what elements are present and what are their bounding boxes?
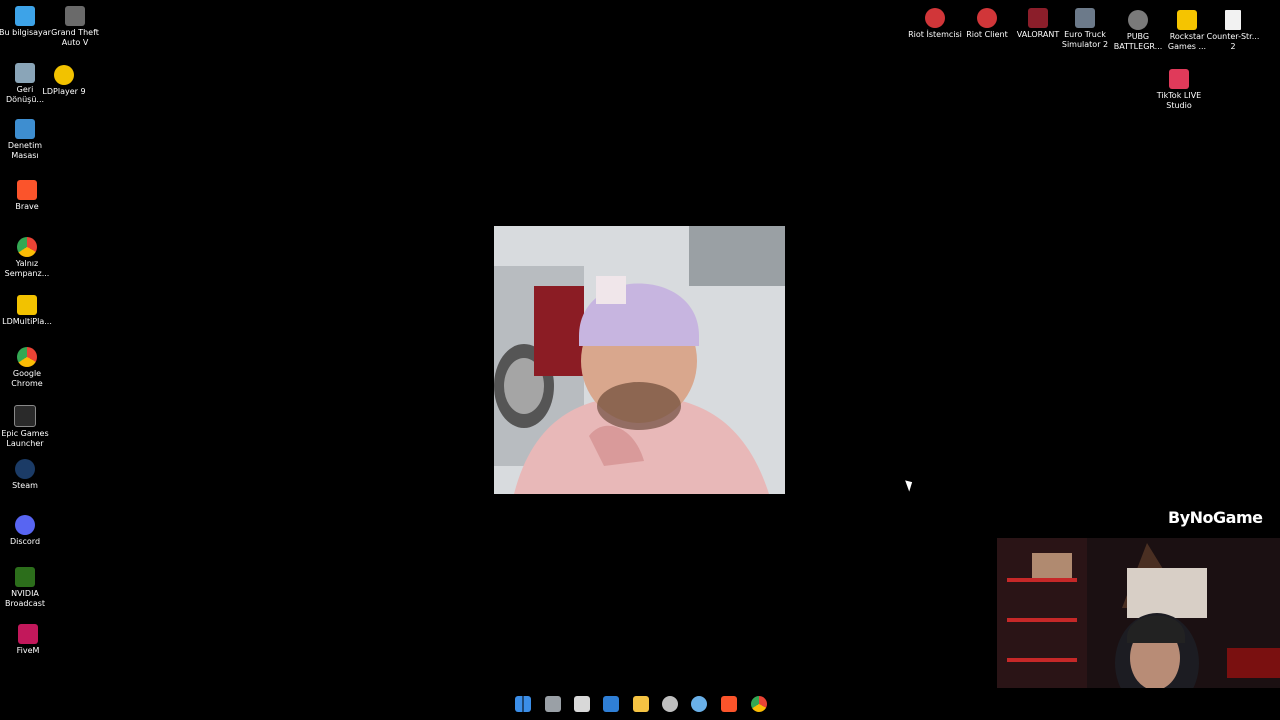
- desktop-icon-epic-games[interactable]: Epic Games Launcher: [0, 405, 52, 449]
- desktop-icon-nvidia-broadcast[interactable]: NVIDIA Broadcast: [0, 567, 52, 609]
- start-icon[interactable]: [515, 696, 531, 712]
- epic-games-icon: [14, 405, 36, 427]
- steam-icon[interactable]: [691, 696, 707, 712]
- bynogame-logo: ByNoGame: [1168, 508, 1263, 527]
- brave-icon[interactable]: [721, 696, 737, 712]
- computer-icon: [15, 6, 35, 26]
- ldmultiplayer-icon: [17, 295, 37, 315]
- desktop-icon-gta-v[interactable]: Grand Theft Auto V: [48, 6, 102, 48]
- taskbar: [0, 688, 1280, 720]
- desktop-icon-fivem[interactable]: FiveM: [1, 624, 55, 656]
- gta-icon: [65, 6, 85, 26]
- valorant-icon: [1028, 8, 1048, 28]
- desktop-icon-valorant[interactable]: VALORANT: [1011, 8, 1065, 40]
- desktop-icon-brave[interactable]: Brave: [0, 180, 54, 212]
- desktop-icon-yalniz-sempanze[interactable]: Yalnız Sempanz...: [0, 237, 54, 279]
- tiktok-icon: [1169, 69, 1189, 89]
- recycle-bin-icon: [15, 63, 35, 83]
- nvidia-icon: [15, 567, 35, 587]
- center-photo: [494, 226, 785, 494]
- desktop-icon-ldplayer[interactable]: LDPlayer 9: [37, 65, 91, 97]
- fivem-icon: [18, 624, 38, 644]
- chrome-icon: [17, 237, 37, 257]
- desktop-icon-control-panel[interactable]: Denetim Masası: [0, 119, 52, 161]
- discord-icon: [15, 515, 35, 535]
- photos-icon[interactable]: [603, 696, 619, 712]
- pubg-icon: [1128, 10, 1148, 30]
- ldplayer-icon: [54, 65, 74, 85]
- truck-icon: [1075, 8, 1095, 28]
- desktop-icon-bu-bilgisayar[interactable]: Bu bilgisayar: [0, 6, 52, 38]
- steam-icon: [15, 459, 35, 479]
- snipping-icon[interactable]: [574, 696, 590, 712]
- desktop-icon-ldmultiplayer[interactable]: LDMultiPla...: [0, 295, 54, 327]
- file-explorer-icon[interactable]: [633, 696, 649, 712]
- bynogame-brand-text: ByNoGame: [1168, 508, 1263, 527]
- chrome-icon[interactable]: [751, 696, 767, 712]
- riot-icon: [977, 8, 997, 28]
- riot-icon: [925, 8, 945, 28]
- desktop-icon-riot-client[interactable]: Riot Client: [960, 8, 1014, 40]
- desktop-icon-tiktok-live[interactable]: TikTok LIVE Studio: [1152, 69, 1206, 111]
- desktop-icon-google-chrome[interactable]: Google Chrome: [0, 347, 54, 389]
- rockstar-icon: [1177, 10, 1197, 30]
- mouse-cursor: [905, 478, 915, 492]
- desktop-icon-steam[interactable]: Steam: [0, 459, 52, 491]
- desktop-icon-pubg[interactable]: PUBG BATTLEGR...: [1111, 10, 1165, 52]
- file-icon: [1225, 10, 1241, 30]
- desktop-icon-counter-strike[interactable]: Counter-Str... 2: [1206, 10, 1260, 52]
- control-panel-icon: [15, 119, 35, 139]
- desktop-icon-discord[interactable]: Discord: [0, 515, 52, 547]
- photo-illustration: [494, 226, 785, 494]
- desktop-icon-riot-istemcisi[interactable]: Riot İstemcisi: [908, 8, 962, 40]
- obs-icon[interactable]: [662, 696, 678, 712]
- brave-icon: [17, 180, 37, 200]
- desktop-icon-euro-truck[interactable]: Euro Truck Simulator 2: [1058, 8, 1112, 50]
- chrome-icon: [17, 347, 37, 367]
- task-view-icon[interactable]: [545, 696, 561, 712]
